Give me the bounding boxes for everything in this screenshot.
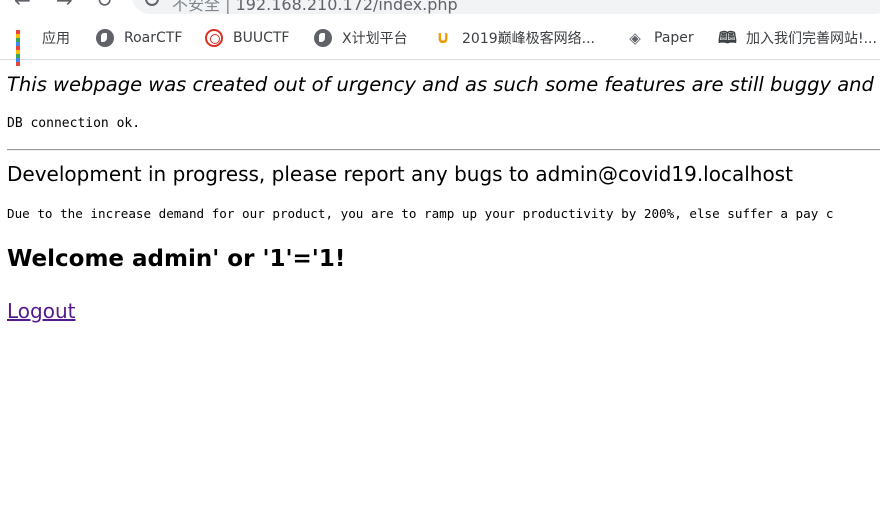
bookmark-apps[interactable]: 应用 xyxy=(16,28,70,66)
bookmark-paper[interactable]: ◈ Paper xyxy=(626,28,694,48)
urgency-notice: This webpage was created out of urgency … xyxy=(7,73,880,96)
db-status: DB connection ok. xyxy=(7,116,141,131)
apps-grid-icon xyxy=(16,30,32,66)
bookmark-xplan[interactable]: X计划平台 xyxy=(314,28,408,48)
dev-message: Development in progress, please report a… xyxy=(7,162,793,186)
bookmark-label: BUUCTF xyxy=(233,30,290,46)
divider xyxy=(7,149,880,151)
logout-link[interactable]: Logout xyxy=(7,299,75,323)
geek-logo-icon: ∪ xyxy=(436,28,450,48)
bookmarks-bar: 应用 RoarCTF BUUCTF X计划平台 ∪ 2019巅峰极客网络... … xyxy=(0,14,880,66)
layers-icon: ◈ xyxy=(629,29,641,47)
bookmark-geek[interactable]: ∪ 2019巅峰极客网络... xyxy=(434,28,595,48)
bookmark-label: 应用 xyxy=(42,31,70,47)
forward-arrow-icon[interactable]: → xyxy=(56,0,74,10)
reload-icon[interactable]: ↻ xyxy=(96,0,114,10)
welcome-heading: Welcome admin' or '1'='1! xyxy=(7,246,346,272)
bookmark-label: 加入我们完善网站!... xyxy=(746,31,877,47)
book-icon: 🕮 xyxy=(718,28,737,47)
back-arrow-icon[interactable]: ← xyxy=(14,0,32,10)
bookmark-buuctf[interactable]: BUUCTF xyxy=(205,28,289,48)
address-text[interactable]: 不安全 | 192.168.210.172/index.php xyxy=(172,0,458,14)
bookmark-label: 2019巅峰极客网络... xyxy=(462,31,595,47)
buuctf-logo-icon xyxy=(205,29,223,47)
browser-toolbar: ← → ↻ 不安全 | 192.168.210.172/index.php xyxy=(0,0,880,14)
bookmark-join[interactable]: 🕮 加入我们完善网站!... xyxy=(718,28,877,48)
bookmark-roarctf[interactable]: RoarCTF xyxy=(96,28,182,48)
url-text: 192.168.210.172/index.php xyxy=(235,0,458,14)
productivity-memo: Due to the increase demand for our produ… xyxy=(7,206,834,221)
globe-icon xyxy=(314,29,332,47)
bookmark-label: X计划平台 xyxy=(342,31,408,47)
security-label: 不安全 | xyxy=(172,0,231,14)
globe-icon xyxy=(96,29,114,47)
bookmark-label: Paper xyxy=(654,30,694,46)
bookmark-label: RoarCTF xyxy=(124,30,183,46)
